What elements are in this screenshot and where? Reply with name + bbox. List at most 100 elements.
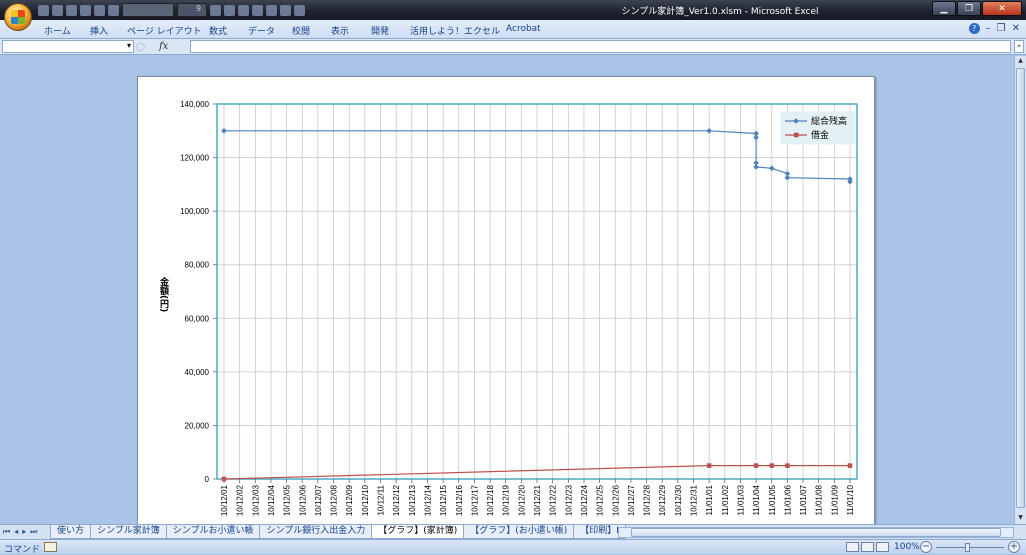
vertical-scrollbar[interactable]: ▲ ▼ <box>1014 56 1026 524</box>
tab-view[interactable]: 表示 <box>331 24 349 37</box>
zoom-in-icon[interactable]: + <box>1008 541 1020 553</box>
x-tick-label: 10/12/02 <box>236 484 245 516</box>
x-tick-label: 10/12/01 <box>220 484 229 516</box>
name-box[interactable]: ▾ <box>2 40 134 53</box>
scroll-down-icon[interactable]: ▼ <box>1016 514 1025 523</box>
fill-color-icon[interactable] <box>224 4 235 16</box>
ribbon-restore-icon[interactable]: ❐ <box>997 23 1006 34</box>
redo-icon[interactable] <box>66 4 77 16</box>
minimize-button[interactable]: ▁ <box>932 1 956 16</box>
y-tick-label: 0 <box>205 475 210 484</box>
font-size-box[interactable]: 9 <box>177 3 207 17</box>
x-tick-label: 10/12/29 <box>658 484 667 516</box>
x-tick-label: 11/01/09 <box>830 484 839 515</box>
y-tick-label: 60,000 <box>185 314 210 323</box>
x-tick-label: 11/01/06 <box>783 484 792 515</box>
data-point <box>753 463 759 468</box>
x-tick-label: 10/12/26 <box>611 484 620 516</box>
zoom-slider-handle[interactable] <box>965 543 970 552</box>
borders-icon[interactable] <box>80 4 91 16</box>
formula-cancel-icon[interactable]: ◯ <box>136 42 145 51</box>
window-title: シンプル家計簿_Ver1.0.xlsm - Microsoft Excel <box>621 7 819 17</box>
sheet-tab-graph-household[interactable]: 【グラフ】(家計簿) <box>371 525 465 539</box>
y-tick-label: 20,000 <box>185 421 210 430</box>
ribbon-tabs: ホーム 挿入 ページ レイアウト 数式 データ 校閲 表示 開発 活用しよう！エ… <box>0 20 1026 39</box>
horizontal-scroll-thumb[interactable] <box>631 528 1001 537</box>
chart-sheet-page: 0 20,000 40,000 60,000 80,000 100,000 120,000 1… <box>137 76 875 526</box>
formula-bar: ▾ ◯ fx » <box>0 39 1026 55</box>
x-tick-label: 10/12/04 <box>267 484 276 516</box>
zoom-level[interactable]: 100% <box>894 542 920 552</box>
font-name-box[interactable] <box>122 3 174 17</box>
prev-sheet-icon[interactable]: ◂ <box>14 527 18 537</box>
customize-qat-icon[interactable] <box>294 4 305 16</box>
x-tick-label: 10/12/03 <box>251 484 260 516</box>
sheet-tab-bar: ⏮ ◂ ▸ ⏭ 使い方 シンプル家計簿 シンプルお小遣い帳 シンプル銀行入出金入… <box>0 524 1026 539</box>
legend-label: 総合残高 <box>811 115 847 127</box>
expand-formula-bar-icon[interactable]: » <box>1014 40 1024 53</box>
insert-shape-icon[interactable] <box>238 4 249 16</box>
zoom-out-icon[interactable]: − <box>920 541 932 553</box>
x-tick-label: 10/12/05 <box>283 484 292 516</box>
x-tick-label: 11/01/04 <box>752 484 761 515</box>
close-button[interactable]: ✕ <box>982 1 1022 16</box>
first-sheet-icon[interactable]: ⏮ <box>3 527 10 537</box>
ribbon-close-icon[interactable]: ✕ <box>1012 23 1020 34</box>
tab-page-layout[interactable]: ページ レイアウト <box>127 24 202 37</box>
macro-record-icon[interactable] <box>44 542 57 552</box>
draw-icon[interactable] <box>280 4 291 16</box>
data-point <box>706 463 712 468</box>
x-tick-label: 11/01/01 <box>705 484 714 515</box>
ribbon-minimize-icon[interactable]: – <box>986 23 991 34</box>
zoom-icon[interactable] <box>266 4 277 16</box>
tab-acrobat[interactable]: Acrobat <box>506 24 541 34</box>
x-tick-label: 10/12/20 <box>517 484 526 516</box>
horizontal-scrollbar[interactable] <box>618 527 1014 538</box>
last-sheet-icon[interactable]: ⏭ <box>30 527 37 537</box>
tab-home[interactable]: ホーム <box>44 24 71 37</box>
status-bar: コマンド 100% − + <box>0 539 1026 555</box>
x-tick-label: 10/12/10 <box>361 484 370 516</box>
tab-developer[interactable]: 開発 <box>371 24 389 37</box>
insert-function-icon[interactable]: fx <box>159 41 168 52</box>
tab-review[interactable]: 校閲 <box>292 24 310 37</box>
restore-button[interactable]: ❐ <box>957 1 981 16</box>
next-sheet-icon[interactable]: ▸ <box>22 527 26 537</box>
tab-formulas[interactable]: 数式 <box>209 24 227 37</box>
help-icon[interactable]: ? <box>968 23 980 34</box>
page-break-view-icon[interactable] <box>876 542 889 552</box>
page-layout-view-icon[interactable] <box>861 542 874 552</box>
tab-data[interactable]: データ <box>248 24 275 37</box>
save-icon[interactable] <box>38 4 49 16</box>
y-tick-label: 140,000 <box>180 100 209 109</box>
x-tick-label: 10/12/27 <box>627 484 636 516</box>
sheet-tab-usage[interactable]: 使い方 <box>50 525 92 539</box>
tab-excel-tips[interactable]: 活用しよう！エクセル <box>410 24 500 37</box>
scroll-up-icon[interactable]: ▲ <box>1016 57 1025 66</box>
x-tick-label: 10/12/31 <box>690 484 699 516</box>
x-tick-label: 10/12/21 <box>533 484 542 516</box>
x-tick-label: 10/12/11 <box>377 484 386 515</box>
x-tick-label: 10/12/24 <box>580 484 589 516</box>
office-button[interactable] <box>4 3 32 31</box>
font-color-icon[interactable] <box>210 4 221 16</box>
x-tick-label: 10/12/25 <box>596 484 605 516</box>
pointer-icon[interactable] <box>252 4 263 16</box>
formula-input[interactable] <box>190 40 1011 53</box>
sheet-tab-bank-input[interactable]: シンプル銀行入出金入力 <box>259 525 373 539</box>
x-tick-label: 10/12/28 <box>643 484 652 516</box>
dropdown-arrow-icon[interactable]: ▾ <box>127 41 131 50</box>
zoom-slider-track[interactable] <box>936 547 1004 548</box>
quick-access-toolbar: 9 <box>38 3 305 17</box>
sheet-tab-allowance-book[interactable]: シンプルお小遣い帳 <box>165 525 261 539</box>
undo-icon[interactable] <box>52 4 63 16</box>
vertical-scroll-thumb[interactable] <box>1016 68 1025 508</box>
normal-view-icon[interactable] <box>846 542 859 552</box>
tab-insert[interactable]: 挿入 <box>90 24 108 37</box>
x-tick-label: 10/12/30 <box>674 484 683 516</box>
format-painter-icon[interactable] <box>94 4 105 16</box>
sort-icon[interactable] <box>108 4 119 16</box>
chart[interactable]: 0 20,000 40,000 60,000 80,000 100,000 120,000 1… <box>138 77 876 527</box>
sheet-tab-graph-allowance[interactable]: 【グラフ】(お小遣い帳) <box>463 525 575 539</box>
sheet-tab-household-ledger[interactable]: シンプル家計簿 <box>90 525 167 539</box>
